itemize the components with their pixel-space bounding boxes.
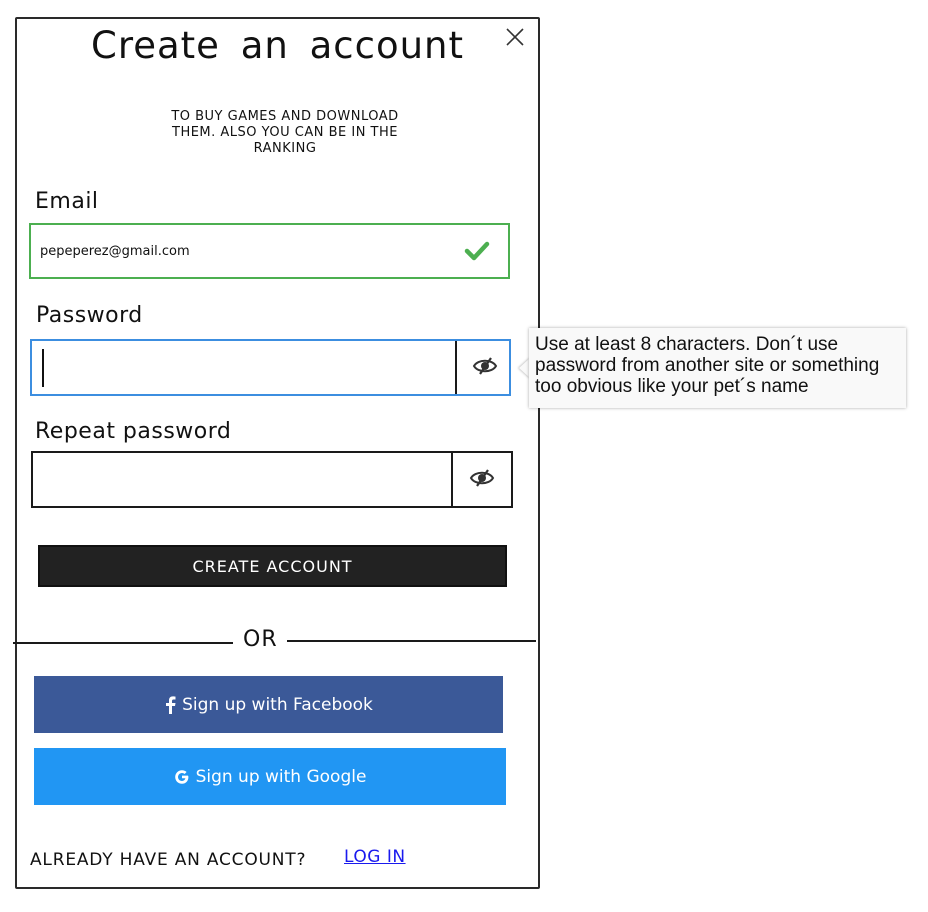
- eye-slash-icon: [472, 356, 498, 380]
- signup-screen: Create an account TO BUY GAMES AND DOWNL…: [0, 0, 928, 912]
- eye-slash-icon: [469, 468, 495, 492]
- email-label: Email: [35, 189, 99, 214]
- dialog-title: Create an account: [91, 24, 464, 67]
- email-field[interactable]: [31, 225, 451, 277]
- text-cursor: [42, 349, 44, 387]
- repeat-password-field[interactable]: [33, 453, 448, 506]
- or-divider-label: OR: [243, 627, 278, 652]
- password-hint-tooltip: Use at least 8 characters. Don´t use pas…: [529, 328, 906, 408]
- repeat-password-field-container: [31, 451, 513, 508]
- checkmark-icon: [464, 239, 490, 263]
- field-divider: [451, 453, 453, 506]
- repeat-password-label: Repeat password: [35, 419, 232, 444]
- facebook-icon: [164, 695, 176, 714]
- close-icon[interactable]: [505, 27, 525, 47]
- create-account-button[interactable]: CREATE ACCOUNT: [38, 545, 507, 587]
- facebook-button-label: Sign up with Facebook: [182, 694, 373, 715]
- login-link[interactable]: LOG IN: [344, 847, 406, 867]
- google-signup-button[interactable]: Sign up with Google: [34, 748, 506, 805]
- toggle-password-visibility[interactable]: [457, 341, 512, 394]
- password-field-container: [30, 339, 511, 396]
- email-field-container: [29, 223, 510, 279]
- divider-line-left: [13, 642, 233, 644]
- divider-line-right: [287, 640, 536, 642]
- password-field[interactable]: [32, 341, 452, 394]
- google-button-label: Sign up with Google: [195, 766, 367, 787]
- toggle-repeat-password-visibility[interactable]: [454, 453, 509, 506]
- facebook-signup-button[interactable]: Sign up with Facebook: [34, 676, 503, 733]
- dialog-subtitle: TO BUY GAMES AND DOWNLOAD THEM. ALSO YOU…: [171, 109, 399, 156]
- google-icon: [174, 769, 190, 785]
- password-label: Password: [36, 303, 143, 328]
- already-have-account-text: ALREADY HAVE AN ACCOUNT?: [30, 850, 307, 870]
